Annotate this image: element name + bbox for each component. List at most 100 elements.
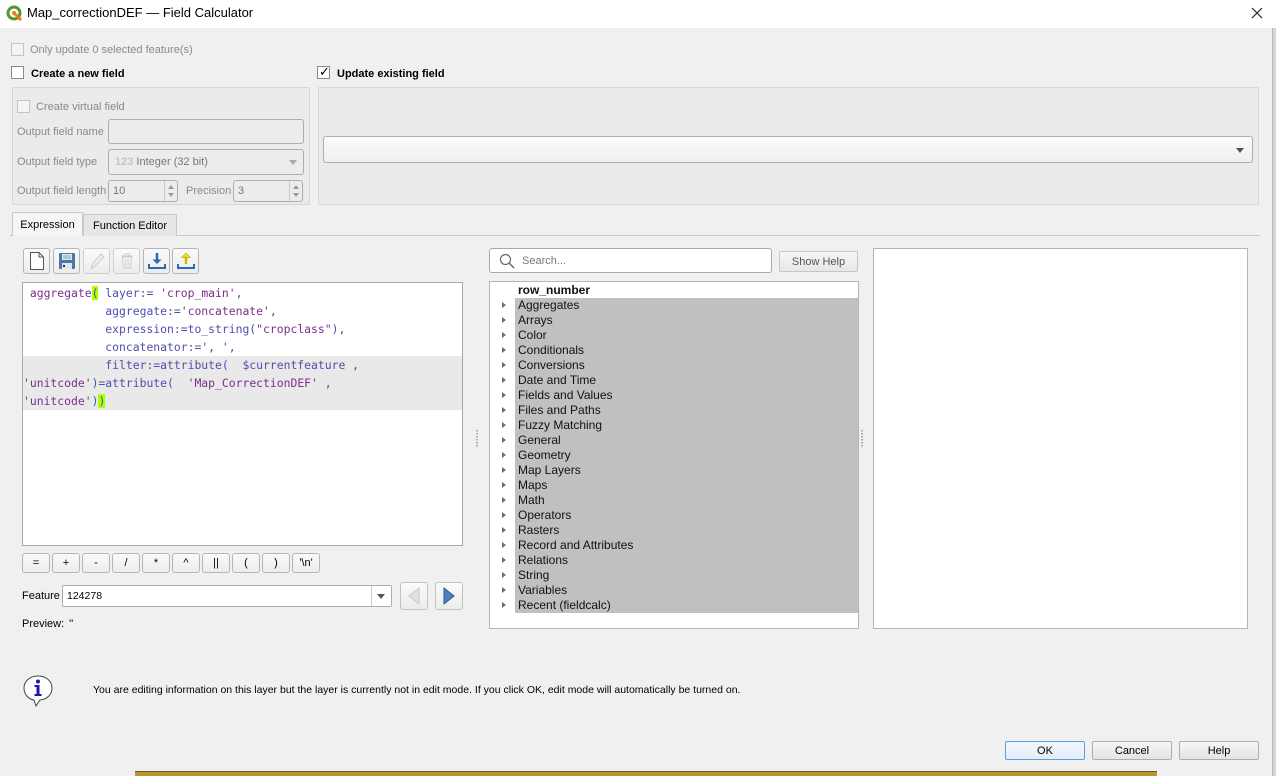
tree-group-fields-and-values[interactable]: Fields and Values (490, 388, 858, 403)
create-new-field-checkbox[interactable] (11, 66, 24, 79)
tree-group-color[interactable]: Color (490, 328, 858, 343)
expression-token: , (317, 376, 332, 390)
tab-divider (10, 235, 1260, 236)
tree-group-operators[interactable]: Operators (490, 508, 858, 523)
splitter-handle[interactable] (861, 430, 863, 448)
existing-field-select[interactable] (323, 136, 1253, 163)
expand-arrow-icon[interactable] (502, 467, 506, 473)
tree-group-conditionals[interactable]: Conditionals (490, 343, 858, 358)
expand-arrow-icon[interactable] (502, 362, 506, 368)
tree-group-string[interactable]: String (490, 568, 858, 583)
only-selected-checkbox[interactable] (11, 43, 24, 56)
operator-equals-button[interactable]: = (22, 553, 50, 573)
tab-function-editor[interactable]: Function Editor (83, 214, 177, 236)
function-tree[interactable]: row_number Aggregates Arrays Color Condition… (489, 281, 859, 629)
expression-token: aggregate (23, 286, 92, 300)
cancel-button[interactable]: Cancel (1092, 741, 1172, 760)
operator-power-button[interactable]: ^ (172, 553, 200, 573)
expression-editor[interactable]: aggregate( layer:= 'crop_main', aggregat… (22, 282, 463, 546)
operator-close-paren-button[interactable]: ) (262, 553, 290, 573)
tree-group-record-and-attributes[interactable]: Record and Attributes (490, 538, 858, 553)
tree-group-geometry[interactable]: Geometry (490, 448, 858, 463)
splitter-handle[interactable] (476, 430, 478, 448)
show-help-button[interactable]: Show Help (779, 251, 858, 272)
expand-arrow-icon[interactable] (502, 482, 506, 488)
tree-group-label: Map Layers (518, 463, 581, 477)
expand-arrow-icon[interactable] (502, 347, 506, 353)
expression-token: , (269, 304, 277, 318)
tree-group-maps[interactable]: Maps (490, 478, 858, 493)
operator-plus-button[interactable]: + (52, 553, 80, 573)
spin-arrows-icon[interactable] (289, 181, 302, 201)
tree-item-row-number[interactable]: row_number (490, 283, 858, 298)
precision-spinbox[interactable]: 3 (233, 180, 303, 202)
expand-arrow-icon[interactable] (502, 332, 506, 338)
tree-group-fuzzy-matching[interactable]: Fuzzy Matching (490, 418, 858, 433)
expand-arrow-icon[interactable] (502, 602, 506, 608)
previous-feature-button[interactable] (400, 582, 428, 610)
expression-line[interactable]: expression:=to_string("cropclass"), (23, 320, 462, 338)
operator-newline-button[interactable]: '\n' (292, 553, 320, 573)
tree-group-map-layers[interactable]: Map Layers (490, 463, 858, 478)
expand-arrow-icon[interactable] (502, 557, 506, 563)
output-field-length-spinbox[interactable]: 10 (108, 180, 178, 202)
expression-line[interactable]: concatenator:=', ', (23, 338, 462, 356)
expression-line[interactable]: aggregate( layer:= 'crop_main', (23, 284, 462, 302)
tree-group-arrays[interactable]: Arrays (490, 313, 858, 328)
expression-line[interactable]: aggregate:='concatenate', (23, 302, 462, 320)
function-search-box[interactable] (489, 248, 772, 273)
new-expression-button[interactable] (23, 248, 50, 274)
expand-arrow-icon[interactable] (502, 437, 506, 443)
help-button[interactable]: Help (1179, 741, 1259, 760)
tree-group-general[interactable]: General (490, 433, 858, 448)
expand-arrow-icon[interactable] (502, 392, 506, 398)
expression-line[interactable]: 'unitcode')) (23, 392, 462, 410)
tree-group-files-and-paths[interactable]: Files and Paths (490, 403, 858, 418)
tree-group-variables[interactable]: Variables (490, 583, 858, 598)
delete-expression-button[interactable] (113, 248, 140, 274)
expand-arrow-icon[interactable] (502, 302, 506, 308)
import-expression-button[interactable] (143, 248, 170, 274)
save-expression-button[interactable] (53, 248, 80, 274)
output-field-type-select[interactable]: 123 Integer (32 bit) (108, 149, 304, 175)
expression-line[interactable]: 'unitcode')=attribute( 'Map_CorrectionDE… (23, 374, 462, 392)
expand-arrow-icon[interactable] (502, 422, 506, 428)
tree-group-math[interactable]: Math (490, 493, 858, 508)
expand-arrow-icon[interactable] (502, 377, 506, 383)
tree-group-relations[interactable]: Relations (490, 553, 858, 568)
tree-group-rasters[interactable]: Rasters (490, 523, 858, 538)
expand-arrow-icon[interactable] (502, 407, 506, 413)
feature-select[interactable]: 124278 (62, 585, 392, 607)
expression-line[interactable]: filter:=attribute( $currentfeature , (23, 356, 462, 374)
create-virtual-field-checkbox[interactable] (17, 100, 30, 113)
next-feature-button[interactable] (435, 582, 463, 610)
expand-arrow-icon[interactable] (502, 452, 506, 458)
expand-arrow-icon[interactable] (502, 587, 506, 593)
operator-open-paren-button[interactable]: ( (232, 553, 260, 573)
operator-minus-button[interactable]: - (82, 553, 110, 573)
output-field-name-input[interactable] (108, 119, 304, 144)
ok-button[interactable]: OK (1005, 741, 1085, 760)
expand-arrow-icon[interactable] (502, 572, 506, 578)
expand-arrow-icon[interactable] (502, 527, 506, 533)
operator-concat-button[interactable]: || (202, 553, 230, 573)
tree-group-date-and-time[interactable]: Date and Time (490, 373, 858, 388)
tree-group-recent-fieldcalc[interactable]: Recent (fieldcalc) (490, 598, 858, 613)
close-button[interactable] (1244, 2, 1270, 24)
tree-group-aggregates[interactable]: Aggregates (490, 298, 858, 313)
export-expression-button[interactable] (172, 248, 199, 274)
operator-multiply-button[interactable]: * (142, 553, 170, 573)
expand-arrow-icon[interactable] (502, 542, 506, 548)
expand-arrow-icon[interactable] (502, 317, 506, 323)
edit-expression-button[interactable] (83, 248, 110, 274)
tree-group-conversions[interactable]: Conversions (490, 358, 858, 373)
operator-divide-button[interactable]: / (112, 553, 140, 573)
expand-arrow-icon[interactable] (502, 497, 506, 503)
update-existing-field-checkbox[interactable] (317, 64, 330, 80)
background-window-strip (135, 771, 1157, 776)
tab-expression[interactable]: Expression (12, 212, 83, 236)
search-input[interactable] (522, 252, 762, 270)
expand-arrow-icon[interactable] (502, 512, 506, 518)
expression-token: 'Map_CorrectionDEF' (187, 376, 318, 390)
spin-arrows-icon[interactable] (164, 181, 177, 201)
